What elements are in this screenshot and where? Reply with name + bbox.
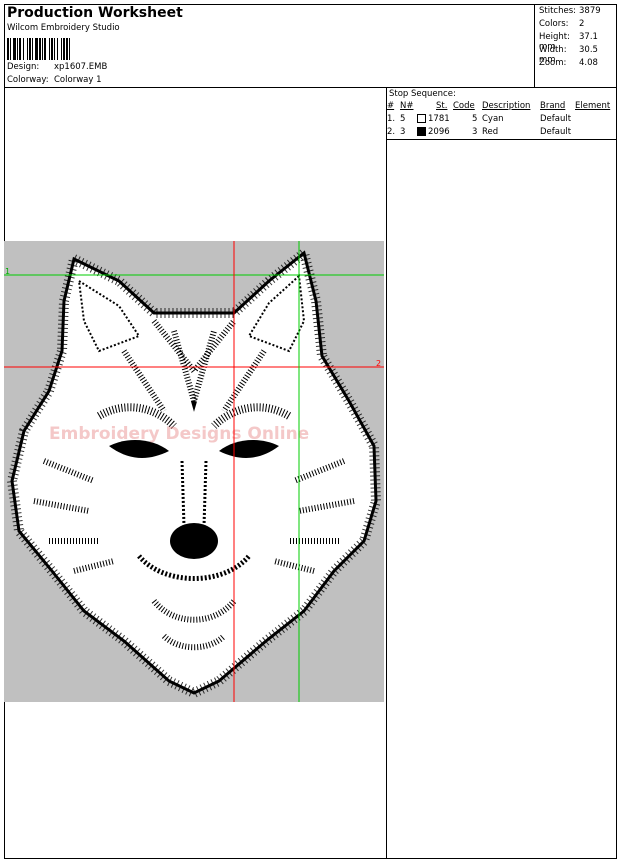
nose — [170, 523, 218, 559]
row2-description: Red — [482, 127, 499, 137]
row2-color-swatch — [417, 127, 426, 136]
stat-zoom: Zoom: 4.08 — [539, 58, 598, 68]
design-preview: Embroidery Designs Online 1 2 — [4, 241, 384, 702]
guide-label-2: 2 — [376, 359, 381, 368]
stats-panel: Stitches: 3879 Colors: 2 Height: 37.1 mm Wi… — [534, 4, 617, 88]
stop-sequence-label: Stop Sequence: — [389, 89, 456, 99]
barcode — [7, 38, 133, 60]
col-header-num: # — [387, 101, 395, 111]
vendor-name: Wilcom Embroidery Studio — [7, 23, 120, 33]
design-row: Design: xp1607.EMB — [7, 62, 107, 72]
col-header-element: Element — [575, 101, 611, 111]
stat-label: Height: — [539, 32, 570, 42]
wolf-embroidery-image: Embroidery Designs Online 1 2 — [4, 241, 384, 702]
row2-code: 3 — [472, 127, 478, 137]
col-header-n: N# — [400, 101, 414, 111]
stat-label: Width: — [539, 45, 567, 55]
stat-stitches: Stitches: 3879 — [539, 6, 601, 16]
stat-label: Colors: — [539, 19, 569, 29]
row1-code: 5 — [472, 114, 478, 124]
watermark-text: Embroidery Designs Online — [49, 424, 309, 444]
row1-color-swatch — [417, 114, 426, 123]
worksheet-header: Production Worksheet Wilcom Embroidery S… — [4, 4, 617, 88]
stat-value: 4.08 — [579, 58, 598, 68]
barcode-bar — [70, 38, 73, 60]
page-title: Production Worksheet — [7, 5, 183, 21]
col-header-code: Code — [453, 101, 475, 111]
colorway-value: Colorway 1 — [54, 75, 102, 85]
stat-label: Stitches: — [539, 6, 577, 16]
row2-n: 3 — [400, 127, 406, 137]
column-divider — [386, 87, 387, 859]
stat-value: 3879 — [579, 6, 601, 16]
stat-label: Zoom: — [539, 58, 567, 68]
row1-st: 1781 — [428, 114, 450, 124]
row2-brand: Default — [540, 127, 572, 137]
row2-st: 2096 — [428, 127, 450, 137]
colorway-label: Colorway: — [7, 75, 49, 85]
stop-sequence-table: Stop Sequence: # N# St. Code Description… — [387, 88, 617, 140]
wolf-head-fill — [10, 250, 378, 695]
col-header-brand: Brand — [540, 101, 566, 111]
row1-n: 5 — [400, 114, 406, 124]
row1-description: Cyan — [482, 114, 504, 124]
design-label: Design: — [7, 62, 40, 72]
stat-colors: Colors: 2 — [539, 19, 584, 29]
stat-value: 2 — [579, 19, 585, 29]
row2-num: 2. — [387, 127, 396, 137]
design-value: xp1607.EMB — [54, 62, 108, 72]
colorway-row: Colorway: Colorway 1 — [7, 75, 102, 85]
col-header-st: St. — [436, 101, 448, 111]
row1-brand: Default — [540, 114, 572, 124]
row1-num: 1. — [387, 114, 396, 124]
guide-label-1: 1 — [5, 267, 10, 276]
col-header-description: Description — [482, 101, 531, 111]
